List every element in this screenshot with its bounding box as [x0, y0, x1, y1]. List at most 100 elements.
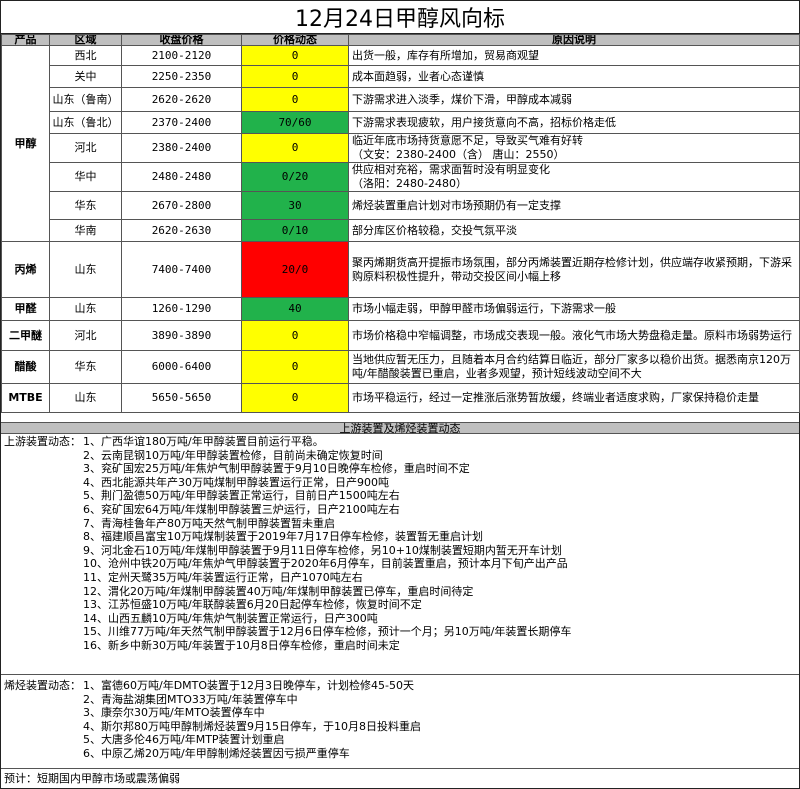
list-item: 6、兖矿国宏64万吨/年煤制甲醇装置三炉运行，日产2100吨左右 [83, 502, 400, 516]
region-cell: 山东（鲁北） [49, 111, 122, 134]
table-row: MTBE 山东 5650-5650 0 市场平稳运行，经过一定推涨后涨势暂放缓，终端业者… [1, 383, 800, 413]
header-price-move: 价格动态 [241, 34, 349, 46]
reason-cell: 下游需求进入淡季，煤价下滑，甲醇成本减弱 [348, 87, 800, 112]
price-move-cell: 0/20 [241, 162, 349, 192]
list-item: 9、河北金石10万吨/年煤制甲醇装置于9月11日停车检修，另10+10煤制装置短… [83, 543, 562, 557]
report-sheet: 12月24日甲醇风向标 产品 区域 收盘价格 价格动态 原因说明 甲醇 西北 210… [0, 0, 800, 789]
reason-cell: 下游需求表现疲软，用户接货意向不高，招标价格走低 [348, 111, 800, 134]
price-cell: 2670-2800 [121, 191, 242, 220]
price-cell: 2370-2400 [121, 111, 242, 134]
price-cell: 5650-5650 [121, 383, 242, 413]
region-cell: 山东 [49, 383, 122, 413]
reason-cell: 聚丙烯期货高开提振市场氛围，部分丙烯装置近期存检修计划，供应端存收紧预期，下游采… [348, 241, 800, 298]
price-move-cell: 0 [241, 133, 349, 163]
list-item: 13、江苏恒盛10万吨/年联醇装置6月20日起停车检修，恢复时间不定 [83, 598, 422, 612]
upstream-section-header: 上游装置及烯烃装置动态 [1, 422, 799, 434]
reason-text: 当地供应暂无压力，且随着本月合约结算日临近，部分厂家多以稳价出货。据悉南京120… [352, 353, 791, 380]
region-cell: 西北 [49, 45, 122, 66]
table-row: 华中 2480-2480 0/20 供应相对充裕，需求面暂时没有明显变化 （洛阳：248… [2, 162, 800, 192]
region-cell: 关中 [49, 65, 122, 88]
price-cell: 2620-2630 [121, 219, 242, 242]
table-row: 丙烯 山东 7400-7400 20/0 聚丙烯期货高开提振市场氛围，部分丙烯装置近期存… [1, 241, 800, 298]
list-item: 7、青海桂鲁年产80万吨天然气制甲醇装置暂未重启 [83, 516, 335, 530]
forecast-text: 预计：短期国内甲醇市场或震荡偏弱 [1, 768, 799, 788]
reason-cell: 市场平稳运行，经过一定推涨后涨势暂放缓，终端业者适度求购，厂家保持稳价走量 [348, 383, 800, 413]
product-cell: 丙烯 [1, 241, 50, 298]
reason-text: 聚丙烯期货高开提振市场氛围，部分丙烯装置近期存检修计划，供应端存收紧预期，下游采… [352, 255, 792, 283]
price-move-cell: 20/0 [241, 241, 349, 298]
price-cell: 2250-2350 [121, 65, 242, 88]
list-item: 6、中原乙烯20万吨/年甲醇制烯烃装置因亏损严重停车 [83, 746, 350, 760]
olefin-list: 1、富德60万吨/年DMTO装置于12月3日晚停车，计划检修45-50天 2、青海… [83, 679, 421, 761]
region-cell: 河北 [49, 133, 122, 163]
reason-text: 下游需求进入淡季，煤价下滑，甲醇成本减弱 [352, 92, 572, 106]
header-product: 产品 [1, 34, 50, 46]
product-cell: 二甲醚 [1, 320, 50, 351]
list-item: 5、大唐多伦46万吨/年MTP装置计划重启 [83, 733, 285, 747]
price-move-cell: 0 [241, 65, 349, 88]
reason-text: 临近年底市场持货意愿不足，导致买气难有好转 [352, 134, 583, 148]
reason-text: 烯烃装置重启计划对市场预期仍有一定支撑 [352, 198, 561, 212]
table-row: 二甲醚 河北 3890-3890 0 市场价格稳中窄幅调整，市场成交表现一般。液化气市场… [1, 320, 800, 351]
table-row: 河北 2380-2400 0 临近年底市场持货意愿不足，导致买气难有好转 （文安：238… [2, 133, 800, 163]
reason-cell: 部分库区价格较稳，交投气氛平淡 [348, 219, 800, 242]
list-item: 4、斯尔邦80万吨甲醇制烯烃装置9月15日停车，于10月8日投料重启 [83, 719, 421, 733]
region-cell: 河北 [49, 320, 122, 351]
price-move-cell: 70/60 [241, 111, 349, 134]
table-row: 山东（鲁北） 2370-2400 70/60 下游需求表现疲软，用户接货意向不高，招标… [2, 111, 800, 134]
reason-cell: 烯烃装置重启计划对市场预期仍有一定支撑 [348, 191, 800, 220]
price-move-cell: 0 [241, 320, 349, 351]
list-item: 14、山西五麟10万吨/年焦炉气制装置正常运行，日产300吨 [83, 611, 378, 625]
list-item: 2、云南昆钢10万吨/年甲醇装置检修，目前尚未确定恢复时间 [83, 448, 383, 462]
header-reason: 原因说明 [348, 34, 800, 46]
price-move-cell: 0 [241, 87, 349, 112]
reason-cell: 市场价格稳中窄幅调整，市场成交表现一般。液化气市场大势盘稳走量。原料市场弱势运行 [348, 320, 800, 351]
list-item: 16、新乡中新30万吨/年装置于10月8日停车检修，重启时间未定 [83, 638, 400, 652]
reason-cell: 临近年底市场持货意愿不足，导致买气难有好转 （文安：2380-2400（含） 唐山… [348, 133, 800, 163]
list-item: 3、康奈尔30万吨/年MTO装置停车中 [83, 706, 265, 720]
region-cell: 山东 [49, 241, 122, 298]
list-item: 11、定州天鹭35万吨/年装置运行正常，日产1070吨左右 [83, 570, 363, 584]
table-row: 醋酸 华东 6000-6400 0 当地供应暂无压力，且随着本月合约结算日临近，部分厂家… [1, 350, 800, 384]
price-cell: 1260-1290 [121, 297, 242, 321]
reason-text: 出货一般，库存有所增加，贸易商观望 [352, 48, 539, 62]
reason-text: 供应相对充裕，需求面暂时没有明显变化 [352, 163, 550, 177]
list-item: 4、西北能源共年产30万吨煤制甲醇装置运行正常，日产900吨 [83, 475, 389, 489]
region-cell: 山东（鲁南） [49, 87, 122, 112]
price-cell: 7400-7400 [121, 241, 242, 298]
list-item: 10、沧州中铁20万吨/年焦炉气甲醇装置于2020年6月停车，目前装置重启，预计… [83, 557, 568, 571]
upstream-lead: 上游装置动态： [4, 435, 81, 448]
region-cell: 山东 [49, 297, 122, 321]
table-header-row: 产品 区域 收盘价格 价格动态 原因说明 [1, 34, 800, 46]
reason-cell: 成本面趋弱，业者心态谨慎 [348, 65, 800, 88]
table-row: 山东（鲁南） 2620-2620 0 下游需求进入淡季，煤价下滑，甲醇成本减弱 [2, 87, 800, 112]
table-row: 华南 2620-2630 0/10 部分库区价格较稳，交投气氛平淡 [2, 219, 800, 242]
section-divider [1, 674, 799, 675]
reason-cell: 市场小幅走弱，甲醇甲醛市场偏弱运行，下游需求一般 [348, 297, 800, 321]
price-cell: 2480-2480 [121, 162, 242, 192]
price-table: 产品 区域 收盘价格 价格动态 原因说明 甲醇 西北 2100-2120 0 出货一般，… [1, 34, 800, 413]
product-cell: 甲醛 [1, 297, 50, 321]
table-row: 关中 2250-2350 0 成本面趋弱，业者心态谨慎 [2, 65, 800, 88]
reason-text: 市场小幅走弱，甲醇甲醛市场偏弱运行，下游需求一般 [352, 302, 616, 315]
region-cell: 华南 [49, 219, 122, 242]
price-move-cell: 0 [241, 45, 349, 66]
list-item: 1、富德60万吨/年DMTO装置于12月3日晚停车，计划检修45-50天 [83, 679, 414, 692]
price-move-cell: 30 [241, 191, 349, 220]
olefin-lead: 烯烃装置动态： [4, 679, 81, 692]
price-cell: 3890-3890 [121, 320, 242, 351]
report-title: 12月24日甲醇风向标 [1, 1, 799, 34]
region-cell: 华东 [49, 350, 122, 384]
reason-text: 成本面趋弱，业者心态谨慎 [352, 69, 484, 83]
price-move-cell: 0 [241, 383, 349, 413]
list-item: 15、川维77万吨/年天然气制甲醇装置于12月6日停车检修，预计一个月；另10万… [83, 625, 572, 639]
header-region: 区域 [49, 34, 122, 46]
table-row: 华东 2670-2800 30 烯烃装置重启计划对市场预期仍有一定支撑 [2, 191, 800, 220]
reason-text: 部分库区价格较稳，交投气氛平淡 [352, 223, 517, 237]
price-move-cell: 0/10 [241, 219, 349, 242]
list-item: 12、渭化20万吨/年煤制甲醇装置40万吨/年煤制甲醇装置已停车，重启时间待定 [83, 584, 474, 598]
reason-note: （文安：2380-2400（含） 唐山：2550） [352, 148, 565, 161]
reason-cell: 出货一般，库存有所增加，贸易商观望 [348, 45, 800, 66]
product-cell: 甲醇 [1, 45, 50, 242]
reason-text: 市场价格稳中窄幅调整，市场成交表现一般。液化气市场大势盘稳走量。原料市场弱势运行 [352, 328, 792, 342]
